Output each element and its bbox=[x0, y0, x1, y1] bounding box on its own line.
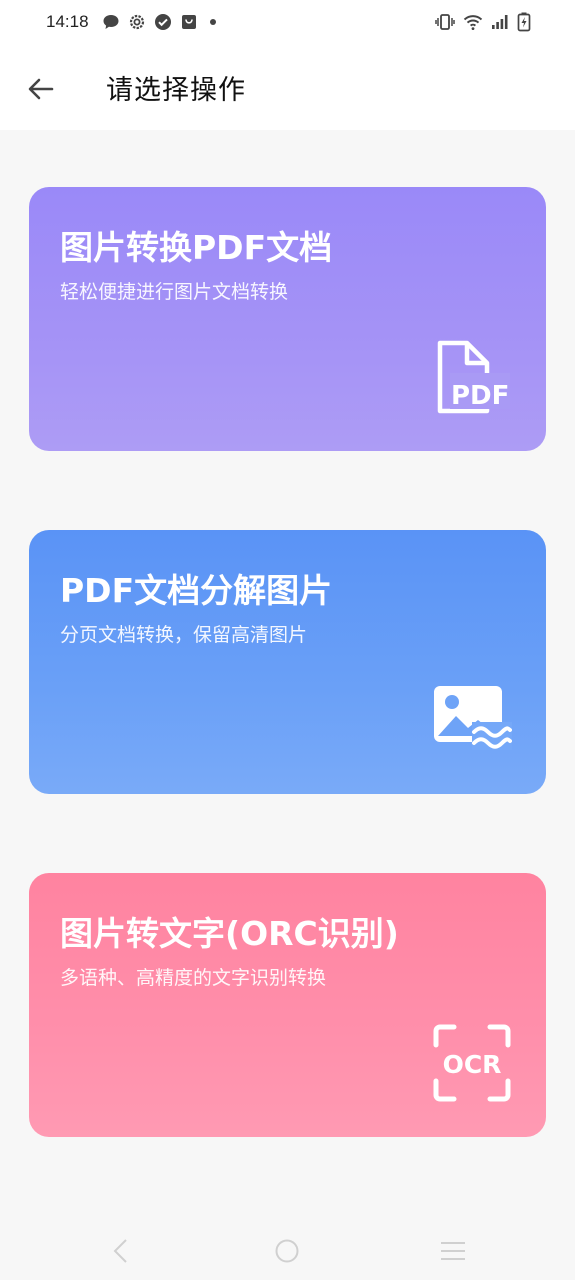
vibrate-icon bbox=[435, 14, 455, 30]
status-bar: 14:18 bbox=[0, 0, 575, 48]
image-to-pdf-card[interactable]: 图片转换PDF文档 轻松便捷进行图片文档转换 PDF bbox=[29, 187, 546, 451]
nav-home-button[interactable] bbox=[270, 1234, 304, 1268]
settings-gear-icon bbox=[129, 14, 145, 30]
card-title: 图片转换PDF文档 bbox=[60, 228, 333, 267]
card-subtitle: 多语种、高精度的文字识别转换 bbox=[60, 967, 327, 989]
card-title: 图片转文字(ORC识别) bbox=[60, 914, 399, 953]
page-title: 请选择操作 bbox=[106, 75, 246, 106]
ocr-scan-icon: OCR bbox=[433, 1024, 511, 1102]
nav-back-button[interactable] bbox=[104, 1234, 138, 1268]
nav-menu-icon bbox=[441, 1242, 465, 1260]
nav-menu-button[interactable] bbox=[436, 1234, 470, 1268]
nav-home-icon bbox=[275, 1239, 299, 1263]
shopping-bag-icon bbox=[182, 15, 196, 29]
wifi-icon bbox=[463, 15, 483, 30]
back-button[interactable] bbox=[22, 70, 60, 108]
pdf-icon-label: PDF bbox=[451, 381, 509, 411]
pdf-to-image-card[interactable]: PDF文档分解图片 分页文档转换，保留高清图片 bbox=[29, 530, 546, 794]
status-time: 14:18 bbox=[46, 12, 89, 31]
card-title: PDF文档分解图片 bbox=[60, 571, 333, 610]
ocr-card[interactable]: 图片转文字(ORC识别) 多语种、高精度的文字识别转换 OCR bbox=[29, 873, 546, 1137]
app-header: 请选择操作 bbox=[0, 48, 575, 130]
arrow-left-icon bbox=[28, 78, 54, 100]
system-nav-bar bbox=[0, 1218, 575, 1280]
dot-icon bbox=[210, 19, 216, 25]
status-icons-right bbox=[435, 12, 531, 32]
chat-bubble-icon bbox=[103, 15, 119, 29]
image-icon bbox=[434, 686, 512, 750]
pdf-file-icon: PDF bbox=[437, 340, 510, 414]
check-circle-icon bbox=[155, 14, 171, 30]
nav-back-icon bbox=[113, 1239, 127, 1263]
card-subtitle: 分页文档转换，保留高清图片 bbox=[60, 624, 308, 646]
signal-icon bbox=[492, 15, 508, 29]
status-icons-left bbox=[102, 13, 220, 31]
battery-charging-icon bbox=[517, 12, 531, 32]
card-subtitle: 轻松便捷进行图片文档转换 bbox=[60, 281, 289, 303]
ocr-icon-label: OCR bbox=[443, 1050, 502, 1079]
